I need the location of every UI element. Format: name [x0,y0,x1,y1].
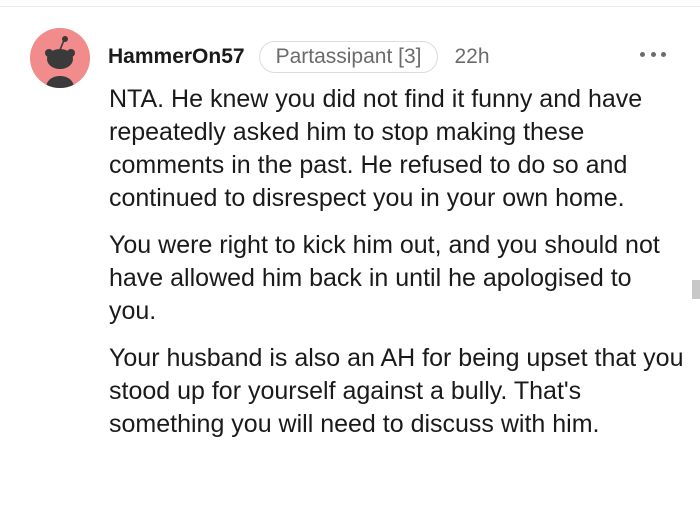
username[interactable]: HammerOn57 [108,45,245,69]
avatar[interactable] [30,28,90,88]
user-flair: Partassipant [3] [258,41,439,73]
comment-header: HammerOn57 Partassipant [3] 22h [108,40,490,74]
comment-paragraph: NTA. He knew you did not find it funny a… [109,85,643,212]
more-options-icon-dot [640,51,645,57]
more-options-button[interactable] [640,46,666,62]
comment-paragraph: You were right to kick him out, and you … [109,231,660,325]
comment: HammerOn57 Partassipant [3] 22h NTA. He … [0,0,700,524]
more-options-icon-dot [661,51,666,57]
scrollbar-thumb[interactable] [692,280,700,299]
more-options-icon-dot [650,51,656,57]
timestamp[interactable]: 22h [454,45,489,69]
snoo-avatar-icon [30,28,90,88]
comment-paragraph: Your husband is also an AH for being ups… [109,344,684,438]
comment-body: NTA. He knew you did not find it funny a… [109,83,684,455]
